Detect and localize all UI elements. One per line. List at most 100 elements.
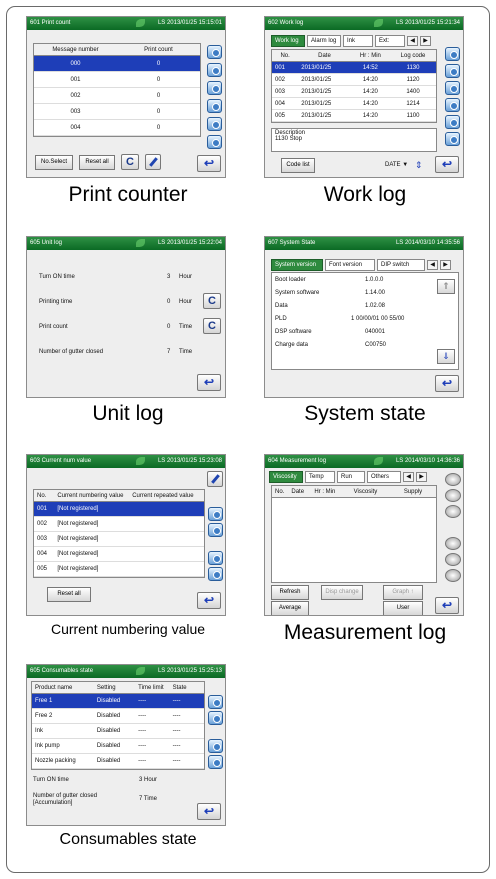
scroll-top-icon[interactable]: [445, 47, 460, 61]
item-label: Charge data: [275, 342, 309, 348]
tab-temp[interactable]: Temp: [305, 471, 335, 483]
tab-ink[interactable]: Ink: [343, 35, 373, 47]
tab-system-version[interactable]: System version: [271, 259, 323, 271]
page-down-icon[interactable]: [445, 115, 460, 129]
return-icon[interactable]: ↩: [197, 803, 221, 820]
tab-right-icon[interactable]: ▶: [416, 472, 427, 482]
edit-icon[interactable]: [145, 154, 161, 170]
table-row[interactable]: 002 [Not registered]: [34, 517, 204, 532]
table-row[interactable]: 002 0: [34, 88, 200, 104]
user-button[interactable]: User: [383, 601, 423, 615]
disp-change-button[interactable]: Disp change: [321, 585, 363, 600]
caption-system-state: System state: [304, 402, 426, 425]
scroll-up-icon[interactable]: [445, 81, 460, 95]
item-unit: Hour: [179, 274, 193, 280]
page-down-icon[interactable]: [445, 553, 461, 566]
scroll-up-icon[interactable]: [208, 711, 223, 725]
table-row[interactable]: 005 [Not registered]: [34, 562, 204, 577]
reset-all-button[interactable]: Reset all: [79, 155, 115, 170]
page-down-icon[interactable]: [208, 567, 223, 581]
table-row[interactable]: 003 2013/01/25 14:20 1400: [272, 86, 436, 98]
return-icon[interactable]: ↩: [435, 375, 459, 392]
scroll-bottom-icon[interactable]: [445, 132, 460, 146]
table-row[interactable]: Nozzle packing Disabled ---- ----: [32, 754, 204, 769]
table-row[interactable]: Ink pump Disabled ---- ----: [32, 739, 204, 754]
scroll-up-icon[interactable]: [208, 523, 223, 537]
scroll-down-icon[interactable]: [208, 739, 223, 753]
tab-right-icon[interactable]: ▶: [440, 260, 451, 270]
leaf-icon: [135, 457, 145, 465]
scroll-top-icon[interactable]: [445, 473, 461, 486]
tab-viscosity[interactable]: Viscosity: [269, 471, 303, 483]
page-down-icon[interactable]: [208, 755, 223, 769]
page-up-icon[interactable]: [445, 489, 461, 502]
scroll-down-icon[interactable]: ⇓: [437, 349, 455, 364]
table-row[interactable]: 004 2013/01/25 14:20 1214: [272, 98, 436, 110]
return-icon[interactable]: ↩: [435, 156, 459, 173]
scroll-bottom-icon[interactable]: [207, 135, 222, 149]
scroll-down-icon[interactable]: [207, 99, 222, 113]
unit-log-screen: 605 Unit log LS 2013/01/25 15:22:04 Turn …: [26, 236, 226, 398]
tab-ext[interactable]: Ext:: [375, 35, 405, 47]
numbering-screen: 603 Current num value LS 2013/01/25 15:23…: [26, 454, 226, 616]
tab-work-log[interactable]: Work log: [271, 35, 305, 47]
scroll-up-icon[interactable]: ⇑: [437, 279, 455, 294]
refresh-button[interactable]: Refresh: [271, 585, 309, 600]
return-icon[interactable]: ↩: [435, 597, 459, 614]
table-row[interactable]: 004 [Not registered]: [34, 547, 204, 562]
table-row[interactable]: 000 0: [34, 56, 200, 72]
scroll-up-icon[interactable]: [207, 81, 222, 95]
scroll-bottom-icon[interactable]: [445, 569, 461, 582]
graph-button[interactable]: Graph ↑: [383, 585, 423, 600]
tab-left-icon[interactable]: ◀: [407, 36, 418, 46]
page-down-icon[interactable]: [207, 117, 222, 131]
average-button[interactable]: Average: [271, 601, 309, 615]
caption-consumables: Consumables state: [59, 831, 197, 848]
tab-right-icon[interactable]: ▶: [420, 36, 431, 46]
no-select-button[interactable]: No.Select: [35, 155, 73, 170]
turn-on-label: Turn ON time: [33, 777, 69, 783]
table-row[interactable]: 003 [Not registered]: [34, 532, 204, 547]
return-icon[interactable]: ↩: [197, 155, 221, 172]
table-row[interactable]: 002 2013/01/25 14:20 1120: [272, 74, 436, 86]
page-up-icon[interactable]: [207, 63, 222, 77]
scroll-down-icon[interactable]: [208, 551, 223, 565]
table-row[interactable]: 001 [Not registered]: [34, 502, 204, 517]
page-up-icon[interactable]: [208, 507, 223, 521]
tab-alarm-log[interactable]: Alarm log: [307, 35, 341, 47]
table-row[interactable]: Free 1 Disabled ---- ----: [32, 694, 204, 709]
return-icon[interactable]: ↩: [197, 592, 221, 609]
clear-printing-time-button[interactable]: C: [203, 293, 221, 309]
reset-all-button[interactable]: Reset all: [47, 587, 91, 602]
table-row[interactable]: Free 2 Disabled ---- ----: [32, 709, 204, 724]
tab-font-version[interactable]: Font version: [325, 259, 375, 271]
tab-left-icon[interactable]: ◀: [427, 260, 438, 270]
scroll-down-icon[interactable]: [445, 98, 460, 112]
scroll-down-icon[interactable]: [445, 537, 461, 550]
clear-print-count-button[interactable]: C: [203, 318, 221, 334]
code-list-button[interactable]: Code list: [281, 158, 315, 173]
return-icon[interactable]: ↩: [197, 374, 221, 391]
gutter-value: 7 Time: [139, 796, 158, 802]
tab-others[interactable]: Others: [367, 471, 401, 483]
sort-toggle-icon[interactable]: ⇕: [415, 160, 423, 171]
page-up-icon[interactable]: [445, 64, 460, 78]
caption-work-log: Work log: [323, 183, 407, 206]
work-log-screen: 602 Work log LS 2013/01/25 15:21:34 Work …: [264, 16, 464, 178]
tab-dip-switch[interactable]: DIP switch: [377, 259, 425, 271]
item-label: Printing time: [39, 299, 73, 305]
scroll-up-icon[interactable]: [445, 505, 461, 518]
page-up-icon[interactable]: [208, 695, 223, 709]
clear-button[interactable]: C: [121, 154, 139, 170]
tab-run[interactable]: Run: [337, 471, 365, 483]
tab-left-icon[interactable]: ◀: [403, 472, 414, 482]
table-row[interactable]: 005 2013/01/25 14:20 1100: [272, 110, 436, 122]
table-row[interactable]: 003 0: [34, 104, 200, 120]
table-row[interactable]: 001 0: [34, 72, 200, 88]
edit-icon[interactable]: [207, 471, 223, 487]
table-row[interactable]: Ink Disabled ---- ----: [32, 724, 204, 739]
table-row[interactable]: 001 2013/01/25 14:52 1130: [272, 62, 436, 74]
scroll-top-icon[interactable]: [207, 45, 222, 59]
table-row[interactable]: 004 0: [34, 120, 200, 136]
item-value: 1 00/00/01 00 55/00: [351, 316, 405, 322]
